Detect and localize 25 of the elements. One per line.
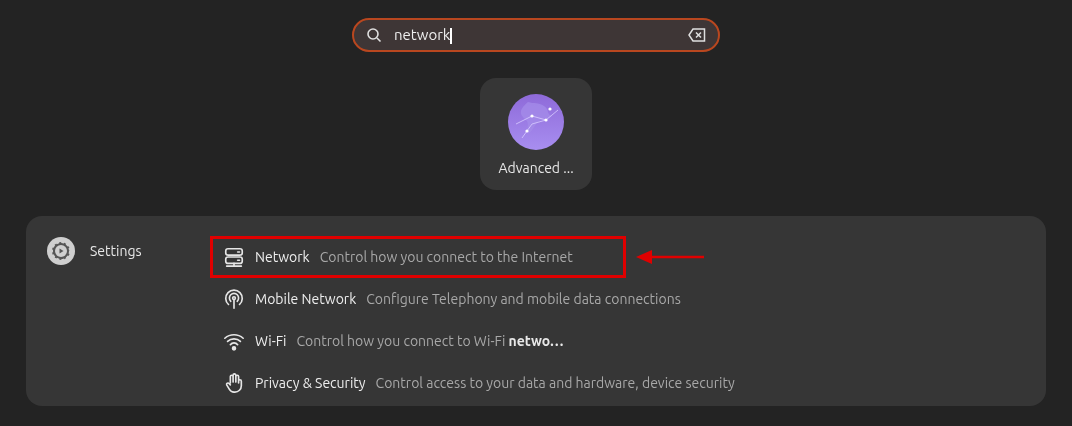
- clear-icon[interactable]: [688, 28, 706, 42]
- server-icon: [223, 246, 245, 268]
- result-description: Control access to your data and hardware, device security: [375, 373, 735, 393]
- result-description: Control how you connect to Wi-Fi netwo…: [296, 331, 564, 351]
- app-tile[interactable]: Advanced ...: [480, 78, 592, 190]
- result-item[interactable]: Network Control how you connect to the Internet: [210, 236, 626, 278]
- result-title: Network: [255, 247, 310, 267]
- gear-icon: [46, 236, 76, 266]
- hand-icon: [223, 372, 245, 394]
- search-icon: [366, 27, 382, 43]
- result-title: Mobile Network: [255, 289, 357, 309]
- search-text: network: [394, 24, 453, 46]
- globe-icon: [508, 94, 564, 150]
- arrow: [636, 249, 704, 265]
- app-label: Advanced ...: [498, 159, 574, 178]
- result-title: Privacy & Security: [255, 373, 366, 393]
- result-item[interactable]: Wi-Fi Control how you connect to Wi-Fi netwo…: [210, 320, 577, 362]
- search-field[interactable]: network: [352, 18, 720, 52]
- result-description: Control how you connect to the Internet: [319, 247, 573, 267]
- result-title: Wi-Fi: [255, 331, 287, 351]
- result-item[interactable]: Mobile Network Configure Telephony and mobile data connections: [210, 278, 694, 320]
- provider-name: Settings: [90, 242, 142, 261]
- result-item[interactable]: Privacy & Security Control access to your data and hardware, device security: [210, 362, 748, 404]
- antenna-icon: [223, 288, 245, 310]
- result-description: Configure Telephony and mobile data connections: [366, 289, 681, 309]
